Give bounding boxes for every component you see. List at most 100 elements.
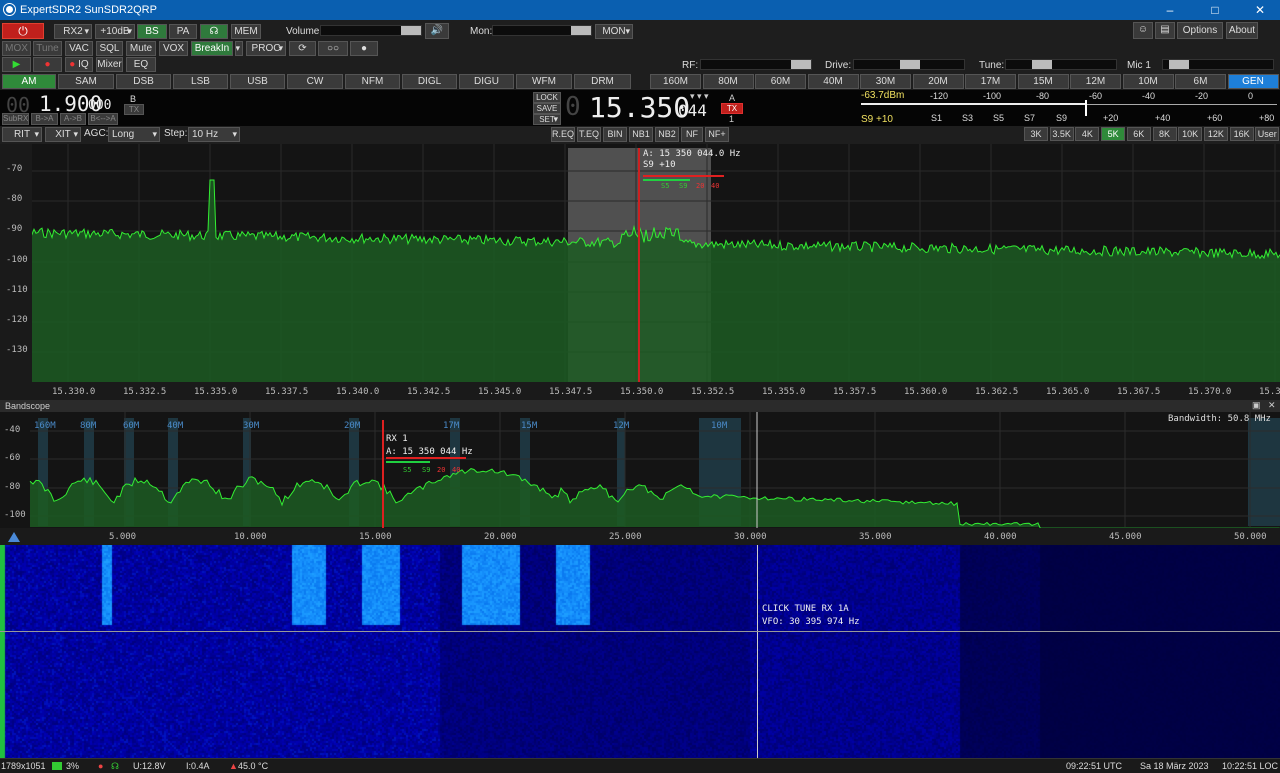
tune-slider[interactable] bbox=[1005, 59, 1117, 70]
triangle-marker-icon[interactable] bbox=[8, 532, 20, 542]
dsp-button-nf[interactable]: NF+ bbox=[705, 127, 729, 142]
mode-button-digl[interactable]: DIGL bbox=[402, 74, 457, 89]
bandwidth-button-10k[interactable]: 10K bbox=[1178, 127, 1203, 141]
vfo-a-frequency-sub[interactable]: 044 bbox=[678, 101, 707, 120]
vfo-a-tx-button[interactable]: TX bbox=[721, 103, 743, 114]
bandscope-panel[interactable]: -40 -60 -80 -100 160M 80M 60M 40M 30M 20M 17M 15M 1… bbox=[0, 412, 1280, 545]
bandwidth-button-8k[interactable]: 8K bbox=[1152, 127, 1177, 141]
band-button-30m[interactable]: 30M bbox=[860, 74, 911, 89]
volume-slider-knob[interactable] bbox=[401, 26, 421, 35]
spectrum-panel[interactable]: -70 -80 -90 -100 -110 -120 -130 15.330.0 15.332… bbox=[0, 144, 1280, 400]
b-to-a-button[interactable]: B->A bbox=[31, 113, 58, 125]
bandwidth-button-16k[interactable]: 16K bbox=[1229, 127, 1254, 141]
dsp-button-nb2[interactable]: NB2 bbox=[655, 127, 679, 142]
band-button-17m[interactable]: 17M bbox=[965, 74, 1016, 89]
record-button[interactable]: ● bbox=[33, 57, 62, 72]
dsp-button-nf[interactable]: NF bbox=[681, 127, 703, 142]
swap-vfo-button[interactable]: B<-->A bbox=[88, 113, 118, 125]
bandwidth-button-4k[interactable]: 4K bbox=[1075, 127, 1100, 141]
mode-button-sam[interactable]: SAM bbox=[58, 74, 114, 89]
dsp-button-bin[interactable]: BIN bbox=[603, 127, 627, 142]
mon-slider[interactable] bbox=[492, 25, 592, 36]
power-button[interactable]: ⏻ bbox=[2, 23, 44, 39]
band-button-12m[interactable]: 12M bbox=[1070, 74, 1121, 89]
lock-button[interactable]: LOCK bbox=[533, 92, 561, 103]
band-button-gen[interactable]: GEN bbox=[1227, 74, 1279, 89]
float-icon[interactable]: ▣ bbox=[1252, 400, 1261, 411]
agc-select[interactable]: Long bbox=[108, 127, 160, 142]
mic-button[interactable]: ● bbox=[350, 41, 378, 56]
band-button-20m[interactable]: 20M bbox=[912, 74, 964, 89]
mode-button-usb[interactable]: USB bbox=[230, 74, 285, 89]
eq-button[interactable]: EQ bbox=[126, 57, 156, 72]
options-button[interactable]: Options bbox=[1177, 22, 1223, 39]
mon-slider-knob[interactable] bbox=[571, 26, 591, 35]
breakin-button[interactable]: BreakIn bbox=[191, 41, 233, 56]
mode-button-wfm[interactable]: WFM bbox=[516, 74, 572, 89]
mode-button-cw[interactable]: CW bbox=[287, 74, 343, 89]
mode-button-am[interactable]: AM bbox=[2, 74, 56, 89]
rf-slider-knob[interactable] bbox=[791, 60, 811, 69]
dsp-button-req[interactable]: R.EQ bbox=[551, 127, 575, 142]
mode-button-drm[interactable]: DRM bbox=[574, 74, 631, 89]
record-loop-button[interactable]: ○○ bbox=[318, 41, 348, 56]
dsp-button-teq[interactable]: T.EQ bbox=[577, 127, 601, 142]
mode-button-digu[interactable]: DIGU bbox=[459, 74, 514, 89]
waterfall-canvas[interactable] bbox=[0, 545, 1280, 758]
spectrum-graph[interactable] bbox=[0, 144, 1280, 400]
mox-button[interactable]: MOX bbox=[2, 41, 31, 56]
about-button[interactable]: About bbox=[1226, 22, 1258, 39]
headphones-button[interactable]: ☊ bbox=[200, 24, 228, 39]
mic-slider[interactable] bbox=[1162, 59, 1274, 70]
band-button-6m[interactable]: 6M bbox=[1175, 74, 1226, 89]
mute-button[interactable]: Mute bbox=[126, 41, 156, 56]
set-button[interactable]: SET bbox=[533, 114, 561, 125]
tune-slider-knob[interactable] bbox=[1032, 60, 1052, 69]
mode-button-nfm[interactable]: NFM bbox=[345, 74, 400, 89]
bandwidth-button-6k[interactable]: 6K bbox=[1126, 127, 1151, 141]
xit-button[interactable]: XIT bbox=[45, 127, 81, 142]
bandwidth-button-5k[interactable]: 5K bbox=[1101, 127, 1126, 141]
user-button[interactable]: ☺ bbox=[1133, 22, 1153, 39]
minimize-icon[interactable]: – bbox=[1150, 0, 1190, 20]
vac-button[interactable]: VAC bbox=[65, 41, 93, 56]
volume-slider[interactable] bbox=[320, 25, 422, 36]
speaker-button[interactable]: 🔊 bbox=[425, 23, 449, 39]
sql-button[interactable]: SQL bbox=[96, 41, 123, 56]
rit-button[interactable]: RIT bbox=[2, 127, 42, 142]
vfo-b-tx-button[interactable]: TX bbox=[124, 104, 144, 115]
mode-button-dsb[interactable]: DSB bbox=[116, 74, 171, 89]
bandwidth-button-3k[interactable]: 3K bbox=[1024, 127, 1048, 141]
a-to-b-button[interactable]: A->B bbox=[60, 113, 86, 125]
band-button-15m[interactable]: 15M bbox=[1017, 74, 1069, 89]
rf-slider[interactable] bbox=[700, 59, 812, 70]
vfo-b-frequency-sub[interactable]: 000 bbox=[88, 98, 111, 113]
pa-button[interactable]: PA bbox=[169, 24, 197, 39]
close-panel-icon[interactable]: ✕ bbox=[1268, 400, 1276, 411]
bandscope-graph[interactable] bbox=[0, 412, 1280, 545]
vfo-a-step-arrows[interactable]: ▾ ▾ ▾ bbox=[690, 91, 709, 102]
print-button[interactable]: ▤ bbox=[1155, 22, 1175, 39]
maximize-icon[interactable]: □ bbox=[1195, 0, 1235, 20]
dsp-button-nb1[interactable]: NB1 bbox=[629, 127, 653, 142]
bandwidth-button-12k[interactable]: 12K bbox=[1203, 127, 1228, 141]
rx2-button[interactable]: RX2 bbox=[54, 24, 92, 39]
band-button-40m[interactable]: 40M bbox=[807, 74, 859, 89]
band-button-80m[interactable]: 80M bbox=[702, 74, 754, 89]
bandwidth-button-user[interactable]: User bbox=[1255, 127, 1280, 141]
proc-button[interactable]: PROC bbox=[246, 41, 286, 56]
mixer-button[interactable]: Mixer bbox=[96, 57, 123, 72]
mic-slider-knob[interactable] bbox=[1169, 60, 1189, 69]
waterfall-panel[interactable]: CLICK TUNE RX 1A VFO: 30 395 974 Hz bbox=[0, 532, 1280, 758]
mode-button-lsb[interactable]: LSB bbox=[173, 74, 228, 89]
save-button[interactable]: SAVE bbox=[533, 103, 561, 114]
vox-button[interactable]: VOX bbox=[159, 41, 188, 56]
drive-slider-knob[interactable] bbox=[900, 60, 920, 69]
gain-select[interactable]: +10dB bbox=[95, 24, 135, 39]
band-button-60m[interactable]: 60M bbox=[755, 74, 806, 89]
breakin-dropdown[interactable] bbox=[235, 41, 243, 56]
band-button-10m[interactable]: 10M bbox=[1122, 74, 1174, 89]
iq-record-button[interactable]: ● IQ bbox=[65, 57, 93, 72]
play-button[interactable]: ▶ bbox=[2, 57, 31, 72]
bandwidth-button-3-5k[interactable]: 3.5K bbox=[1049, 127, 1074, 141]
